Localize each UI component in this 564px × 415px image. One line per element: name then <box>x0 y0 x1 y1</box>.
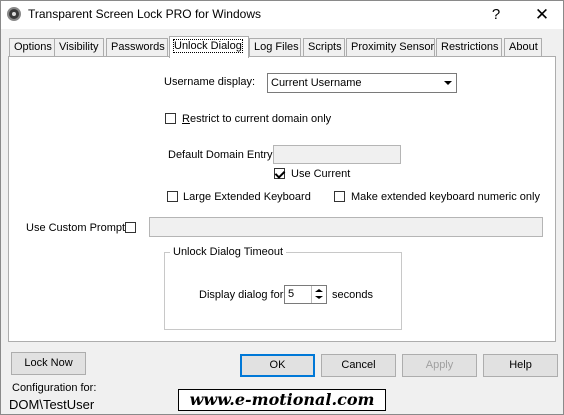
restrict-domain-checkbox[interactable] <box>165 113 176 124</box>
tab-label: Visibility <box>59 41 99 53</box>
default-domain-label: Default Domain Entry <box>168 149 273 161</box>
tab-label: Proximity Sensor <box>351 41 435 53</box>
tab-label: Unlock Dialog <box>173 39 243 53</box>
apply-label: Apply <box>425 359 454 371</box>
arrow-up-icon[interactable] <box>315 289 323 292</box>
display-dialog-label: Display dialog for <box>199 289 284 301</box>
tab-label: Options <box>14 41 52 53</box>
large-keyboard-label: Large Extended Keyboard <box>183 191 311 203</box>
ok-button[interactable]: OK <box>240 354 315 377</box>
use-current-checkbox[interactable] <box>274 168 285 179</box>
tab-label: Scripts <box>308 41 342 53</box>
arrow-down-icon[interactable] <box>315 296 323 299</box>
lock-now-label: Lock Now <box>24 357 73 369</box>
help-button[interactable]: Help <box>483 354 558 377</box>
main-window: Transparent Screen Lock PRO for Windows … <box>0 0 564 415</box>
title-bar: Transparent Screen Lock PRO for Windows … <box>1 1 563 29</box>
tab-label: Log Files <box>254 41 299 53</box>
help-label: Help <box>509 359 532 371</box>
cancel-label: Cancel <box>341 359 376 371</box>
tab-passwords[interactable]: Passwords <box>106 38 168 57</box>
numeric-keyboard-label: Make extended keyboard numeric only <box>351 191 540 203</box>
configuration-label: Configuration for: <box>12 382 97 394</box>
tab-proximity-sensor[interactable]: Proximity Sensor <box>346 38 435 57</box>
tab-about[interactable]: About <box>504 38 542 57</box>
help-title-button[interactable]: ? <box>481 4 511 26</box>
numeric-keyboard-checkbox[interactable] <box>334 191 345 202</box>
restrict-domain-label: Restrict to current domain only <box>182 113 332 125</box>
tab-scripts[interactable]: Scripts <box>303 38 345 57</box>
close-button[interactable]: ✕ <box>527 4 557 26</box>
username-display-value: Current Username <box>271 77 362 89</box>
timeout-value: 5 <box>288 288 295 300</box>
timeout-stepper[interactable]: 5 <box>284 285 327 304</box>
unlock-timeout-group-title: Unlock Dialog Timeout <box>170 246 287 258</box>
window-title: Transparent Screen Lock PRO for Windows <box>28 7 261 21</box>
chevron-down-icon[interactable] <box>440 75 455 91</box>
ok-label: OK <box>269 359 286 371</box>
lock-app-icon <box>7 7 21 21</box>
username-display-label: Username display: <box>164 76 256 88</box>
custom-prompt-checkbox[interactable] <box>125 222 136 233</box>
tab-log-files[interactable]: Log Files <box>249 38 301 57</box>
seconds-label: seconds <box>332 289 373 301</box>
configuration-user: DOM\TestUser <box>9 397 95 412</box>
tab-visibility[interactable]: Visibility <box>54 38 104 57</box>
custom-prompt-label: Use Custom Prompt <box>26 222 126 234</box>
brand-banner: www.e-motional.com <box>178 389 386 411</box>
tab-label: Restrictions <box>441 41 499 53</box>
tab-options[interactable]: Options <box>9 38 55 57</box>
use-current-label: Use Current <box>291 168 351 180</box>
tab-restrictions[interactable]: Restrictions <box>436 38 502 57</box>
tab-label: Passwords <box>111 41 165 53</box>
tab-label: About <box>509 41 538 53</box>
cancel-button[interactable]: Cancel <box>321 354 396 377</box>
lock-now-button[interactable]: Lock Now <box>11 352 86 375</box>
tab-unlock-dialog[interactable]: Unlock Dialog <box>169 36 249 58</box>
stepper-buttons[interactable] <box>311 286 326 303</box>
default-domain-field[interactable] <box>273 145 401 164</box>
custom-prompt-field[interactable] <box>149 217 543 237</box>
apply-button[interactable]: Apply <box>402 354 477 377</box>
large-keyboard-checkbox[interactable] <box>167 191 178 202</box>
username-display-select[interactable]: Current Username <box>267 73 457 93</box>
restrict-domain-label-text: estrict to current domain only <box>189 113 332 125</box>
